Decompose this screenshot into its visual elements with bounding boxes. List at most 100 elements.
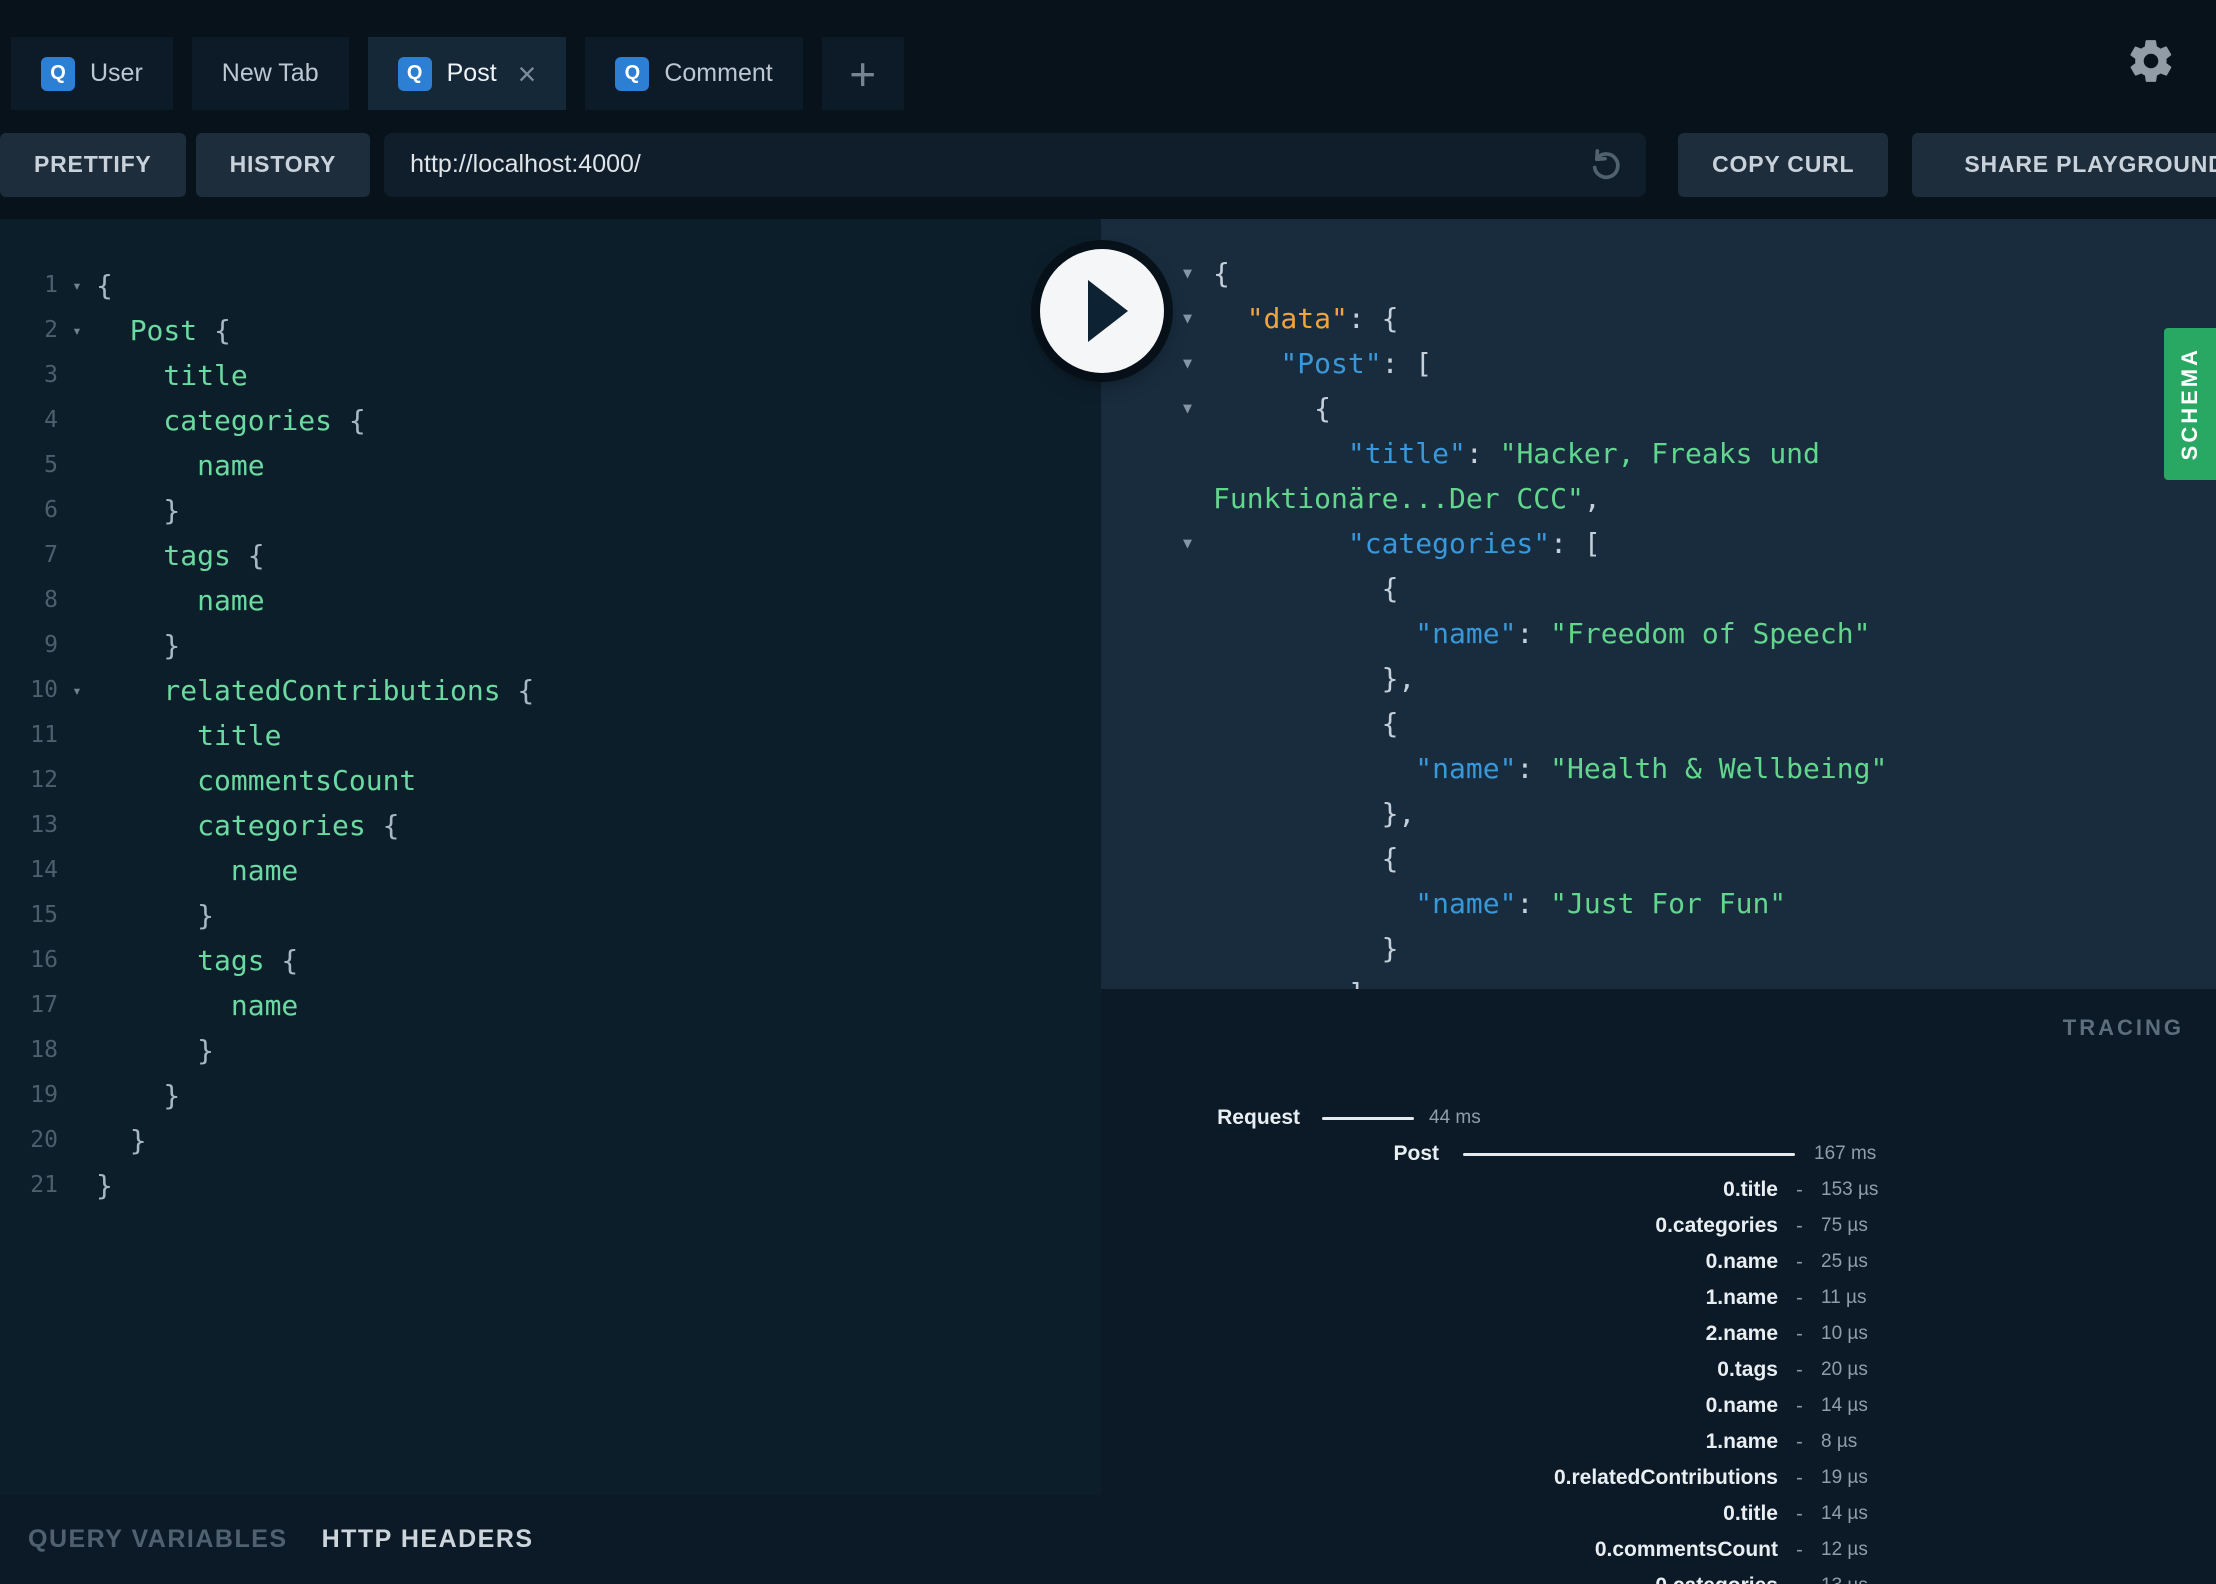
query-variables-tab[interactable]: QUERY VARIABLES [28, 1525, 288, 1554]
fold-arrow-icon [58, 758, 96, 803]
refresh-schema-icon[interactable] [1586, 145, 1626, 185]
response-code: Funktionäre...Der CCC", [1213, 476, 2216, 521]
trace-value: 153 µs [1821, 1179, 1879, 1200]
line-number: 15 [30, 902, 58, 928]
response-code: } [1213, 926, 2216, 971]
trace-dash: - [1796, 1322, 1803, 1345]
line-number: 5 [44, 452, 58, 478]
trace-label: 0.categories [1101, 1574, 1778, 1584]
editor-footer: QUERY VARIABLES HTTP HEADERS [0, 1495, 1101, 1584]
response-code: ] [1213, 971, 2216, 989]
line-number: 21 [30, 1172, 58, 1198]
fold-arrow-icon [58, 533, 96, 578]
code-token: : [1516, 752, 1551, 785]
endpoint-url-input[interactable] [384, 132, 1647, 197]
fold-arrow-icon [58, 938, 96, 983]
code-token: , [1583, 482, 1601, 515]
trace-request-row: Request 44 ms [1101, 1100, 2216, 1136]
response-line: "name": "Health & Wellbeing" [1101, 746, 2216, 791]
collapse-arrow-icon[interactable]: ▼ [1183, 341, 1192, 386]
endpoint-url-wrap [384, 132, 1647, 197]
trace-field-row: 0.title -153 µs [1101, 1172, 2216, 1208]
code-token: "data" [1246, 302, 1348, 335]
response-line: "name": "Freedom of Speech" [1101, 611, 2216, 656]
trace-field-row: 0.name -25 µs [1101, 1244, 2216, 1280]
query-code: tags { [96, 533, 264, 578]
code-token: "Freedom of Speech" [1550, 617, 1871, 650]
fold-arrow-icon[interactable]: ▾ [58, 308, 96, 353]
response-line: ▼ "data": { [1101, 296, 2216, 341]
fold-arrow-icon[interactable]: ▾ [58, 668, 96, 713]
collapse-arrow-icon[interactable]: ▼ [1183, 521, 1192, 566]
trace-bar [1322, 1116, 1414, 1120]
code-token: { [500, 674, 535, 707]
line-number: 16 [30, 947, 58, 973]
line-number: 12 [30, 767, 58, 793]
history-button[interactable]: HISTORY [195, 132, 371, 197]
code-token: } [163, 494, 181, 527]
response-line: }, [1101, 791, 2216, 836]
tab-label: User [90, 59, 143, 87]
trace-label: 0.name [1705, 1394, 1778, 1417]
line-number: 3 [44, 362, 58, 388]
fold-arrow-icon[interactable]: ▾ [58, 263, 96, 308]
tab-new-tab[interactable]: New Tab [191, 37, 349, 110]
query-line: 19} [0, 1073, 1101, 1118]
query-line: 14 name [0, 848, 1101, 893]
prettify-button[interactable]: PRETTIFY [0, 132, 186, 197]
collapse-arrow-icon[interactable]: ▼ [1183, 251, 1192, 296]
copy-curl-button[interactable]: COPY CURL [1678, 132, 1889, 197]
collapse-arrow-icon[interactable]: ▼ [1183, 296, 1192, 341]
trace-field-row: 0.relatedContributions -19 µs [1101, 1460, 2216, 1496]
response-pane: ▼{▼ "data": {▼ "Post": [▼{"title": "Hacker… [1101, 219, 2216, 989]
fold-arrow-icon [58, 443, 96, 488]
tab-comment[interactable]: Q Comment [585, 37, 803, 110]
query-code: title [96, 353, 247, 398]
line-number: 6 [44, 497, 58, 523]
code-token: { [1381, 572, 1399, 605]
tab-post[interactable]: Q Post × [367, 37, 567, 110]
query-line: 18} [0, 1028, 1101, 1073]
trace-field-row: 0.title -14 µs [1101, 1496, 2216, 1532]
trace-dash: - [1796, 1466, 1803, 1489]
query-line: 8 name [0, 578, 1101, 623]
new-tab-button[interactable]: + [821, 37, 904, 110]
code-token: { [332, 404, 366, 437]
trace-dash: - [1778, 1575, 1821, 1584]
code-token: { [96, 269, 113, 302]
response-code: "name": "Freedom of Speech" [1213, 611, 2216, 656]
code-token: : [1516, 617, 1551, 650]
code-token: "Just For Fun" [1550, 887, 1787, 920]
http-headers-tab[interactable]: HTTP HEADERS [322, 1525, 534, 1554]
query-code: } [96, 488, 180, 533]
collapse-arrow-icon[interactable]: ▼ [1183, 386, 1192, 431]
code-token: "categories" [1347, 527, 1551, 560]
query-line: 9} [0, 623, 1101, 668]
code-token: categories [163, 404, 332, 437]
response-line: ▼{ [1101, 386, 2216, 431]
trace-value: 20 µs [1821, 1359, 1868, 1380]
tab-bar: Q User New Tab Q Post × Q Comment + [0, 0, 2216, 110]
settings-gear-icon[interactable] [2126, 36, 2176, 91]
line-number: 1 [44, 272, 58, 298]
query-editor-pane[interactable]: 1 ▾{2 ▾ Post {3 title 4 categories {5 name 6} 7 ta… [0, 219, 1101, 1495]
response-code: { [1213, 386, 2216, 431]
fold-arrow-icon [58, 578, 96, 623]
execute-button[interactable] [1040, 249, 1164, 373]
code-token: tags [197, 944, 265, 977]
code-token: { [1381, 842, 1399, 875]
response-code: "categories": [ [1213, 521, 2216, 566]
close-tab-icon[interactable]: × [518, 58, 537, 90]
trace-value: 44 ms [1429, 1107, 1481, 1128]
schema-tab[interactable]: SCHEMA [2164, 328, 2216, 480]
code-token: } [96, 1169, 113, 1202]
code-token: { [264, 944, 299, 977]
query-code: categories { [96, 398, 366, 443]
trace-value: 14 µs [1821, 1503, 1868, 1524]
code-token: tags [163, 539, 231, 572]
code-token: "name" [1415, 887, 1517, 920]
share-playground-button[interactable]: SHARE PLAYGROUND [1912, 132, 2216, 197]
code-token: } [129, 1124, 147, 1157]
code-token: categories [197, 809, 366, 842]
tab-user[interactable]: Q User [11, 37, 173, 110]
